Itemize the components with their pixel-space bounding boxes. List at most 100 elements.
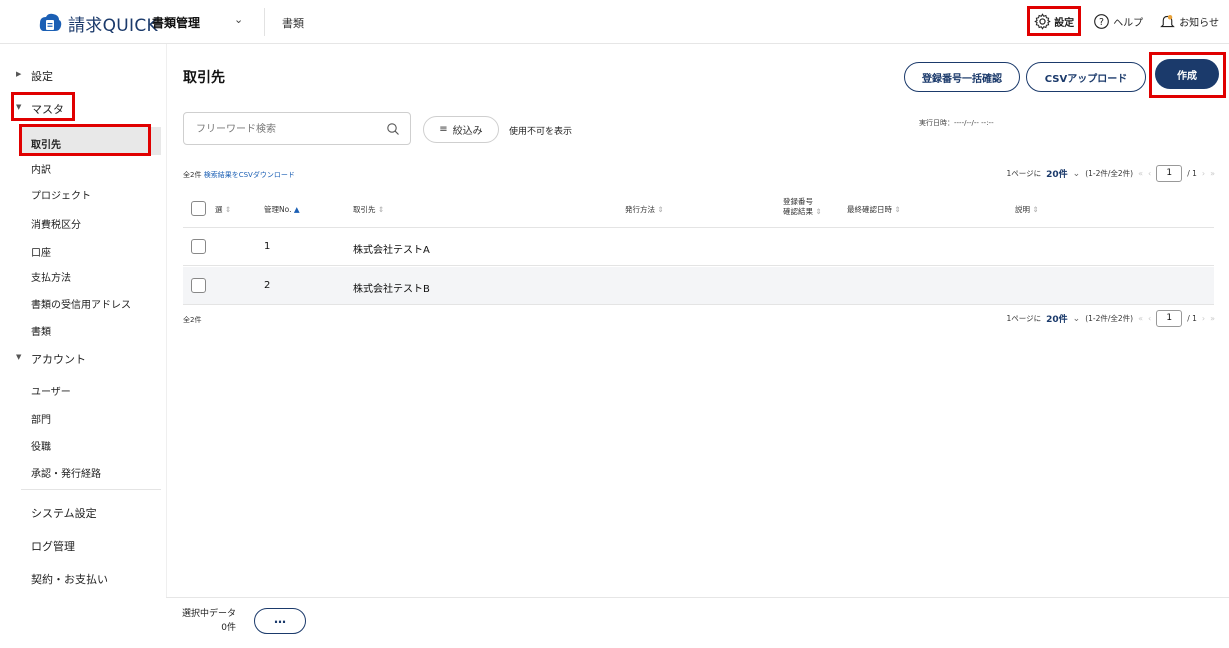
sidebar-item-users[interactable]: ユーザー [31,383,71,398]
chevron-down-icon[interactable]: ⌄ [1073,314,1081,324]
csv-upload-button[interactable]: CSVアップロード [1026,62,1146,92]
selected-count: 0件 [221,623,237,633]
sort-icon: ⇕ [377,205,385,214]
search-icon[interactable] [386,122,400,136]
search-input[interactable] [196,121,376,137]
col-label: 説明 [1015,205,1030,214]
top-header: 請求QUICK 書類管理 ⌄ 書類 設定 ? ヘルプ お知らせ [0,0,1229,44]
pager-bottom: 1ページに 20件 ⌄ (1-2件/全2件) « ‹ 1 / 1 › » [1006,310,1215,327]
notifications-label: お知らせ [1179,17,1219,29]
next-page-icon[interactable]: › [1202,314,1205,323]
sidebar-item-documents[interactable]: 書類 [31,323,51,338]
table-header: 選 ⇕ 管理No. ▲ 取引先 ⇕ 発行方法 ⇕ 登録番号 確認結果 ⇕ 最終確… [183,190,1214,228]
pager-top: 1ページに 20件 ⌄ (1-2件/全2件) « ‹ 1 / 1 › » [1006,165,1215,182]
cell-partner[interactable]: 株式会社テストB [353,280,430,295]
sidebar-item-receiving-address[interactable]: 書類の受信用アドレス [31,296,131,311]
sidebar-item-approval-routes[interactable]: 承認・発行経路 [31,465,101,480]
app-root: 請求QUICK 書類管理 ⌄ 書類 設定 ? ヘルプ お知らせ ▶ 設定 ▼ マ… [0,0,1229,648]
logo-icon [39,13,62,31]
prev-page-icon[interactable]: ‹ [1148,169,1151,178]
col-last-check[interactable]: 最終確認日時 ⇕ [847,204,901,215]
caret-down-icon: ▼ [16,103,22,111]
create-button[interactable]: 作成 [1155,59,1219,89]
cell-mgmt-no: 1 [264,241,271,252]
first-page-icon[interactable]: « [1138,169,1143,178]
col-label: 取引先 [353,205,376,214]
chevron-down-icon[interactable]: ⌄ [234,13,243,26]
select-all-checkbox[interactable] [191,201,206,216]
last-page-icon[interactable]: » [1210,314,1215,323]
sort-icon: ⇕ [224,205,232,214]
col-label: 選 [215,205,223,214]
sidebar-item-system-settings[interactable]: システム設定 [31,505,97,521]
app-logo[interactable]: 請求QUICK [38,11,158,36]
csv-download-link[interactable]: 検索結果をCSVダウンロード [204,171,295,179]
header-actions: 設定 ? ヘルプ お知らせ [1027,6,1223,36]
caret-right-icon: ▶ [16,70,22,78]
range-text: (1-2件/全2件) [1085,314,1134,323]
main-content: 取引先 登録番号一括確認 実行日時：----/--/-- --:-- CSVアッ… [166,44,1229,604]
selected-label-text: 選択中データ [182,609,237,619]
cell-mgmt-no: 2 [264,280,271,291]
prev-page-icon[interactable]: ‹ [1148,314,1151,323]
filter-button[interactable]: ≡ 絞込み [423,116,499,143]
total-count: 全2件 [183,316,202,324]
col-issue-method[interactable]: 発行方法 ⇕ [625,204,664,215]
search-box [183,112,411,145]
result-count-top: 全2件 検索結果をCSVダウンロード [183,170,295,180]
sidebar-item-partners[interactable]: 取引先 [31,136,61,151]
sort-asc-icon: ▲ [293,205,300,214]
settings-button[interactable]: 設定 [1027,6,1082,36]
exec-date-text: 実行日時：----/--/-- --:-- [919,119,994,127]
per-page-value[interactable]: 20件 [1046,167,1068,180]
notifications-button[interactable]: お知らせ [1155,6,1223,36]
cell-partner[interactable]: 株式会社テストA [353,241,430,256]
col-label: 発行方法 [625,205,655,214]
row-checkbox[interactable] [191,278,206,293]
table-row[interactable]: 1 株式会社テストA [183,228,1214,266]
sidebar-item-label: アカウント [31,353,86,366]
bulk-check-button[interactable]: 登録番号一括確認 [904,62,1020,92]
next-page-icon[interactable]: › [1202,169,1205,178]
help-icon: ? [1094,13,1110,29]
filter-icon: ≡ [439,124,448,135]
sidebar-item-positions[interactable]: 役職 [31,438,51,453]
last-page-icon[interactable]: » [1210,169,1215,178]
col-mgmt-no[interactable]: 管理No. ▲ [264,204,300,215]
col-description[interactable]: 説明 ⇕ [1015,204,1039,215]
help-label: ヘルプ [1113,17,1144,29]
sort-icon: ⇕ [894,205,901,214]
sort-icon: ⇕ [1032,205,1039,214]
more-actions-button[interactable]: … [254,608,306,634]
col-partner[interactable]: 取引先 ⇕ [353,204,384,215]
per-page-value[interactable]: 20件 [1046,312,1068,325]
module-selector-label[interactable]: 書類管理 [152,14,200,31]
page-title: 取引先 [183,70,225,86]
sidebar-item-breakdown[interactable]: 内訳 [31,161,51,176]
col-select[interactable]: 選 ⇕ [215,204,231,215]
bell-icon [1160,14,1175,27]
sidebar-item-tax-categories[interactable]: 消費税区分 [31,216,81,231]
page-total: / 1 [1187,314,1197,323]
first-page-icon[interactable]: « [1138,314,1143,323]
col-reg-no-result[interactable]: 登録番号 確認結果 ⇕ [783,197,822,217]
sidebar-item-contract-payment[interactable]: 契約・お支払い [31,571,108,587]
sidebar-item-departments[interactable]: 部門 [31,411,51,426]
sort-icon: ⇕ [657,205,664,214]
chevron-down-icon[interactable]: ⌄ [1073,169,1081,179]
sidebar-item-accounts[interactable]: 口座 [31,244,51,259]
table-row[interactable]: 2 株式会社テストB [183,267,1214,305]
header-divider [264,8,265,36]
help-button[interactable]: ? ヘルプ [1089,6,1147,36]
selected-data-label: 選択中データ 0件 [182,607,236,635]
sidebar-item-projects[interactable]: プロジェクト [31,187,91,202]
sidebar-item-payment-methods[interactable]: 支払方法 [31,269,71,284]
page-input[interactable]: 1 [1156,310,1183,327]
show-disabled-toggle[interactable]: 使用不可を表示 [509,124,572,137]
row-checkbox[interactable] [191,239,206,254]
sidebar-item-log-management[interactable]: ログ管理 [31,538,75,554]
sidebar-item-label: マスタ [31,103,64,116]
col-label: 最終確認日時 [847,205,892,214]
submodule-link[interactable]: 書類 [282,15,304,31]
page-input[interactable]: 1 [1156,165,1183,182]
